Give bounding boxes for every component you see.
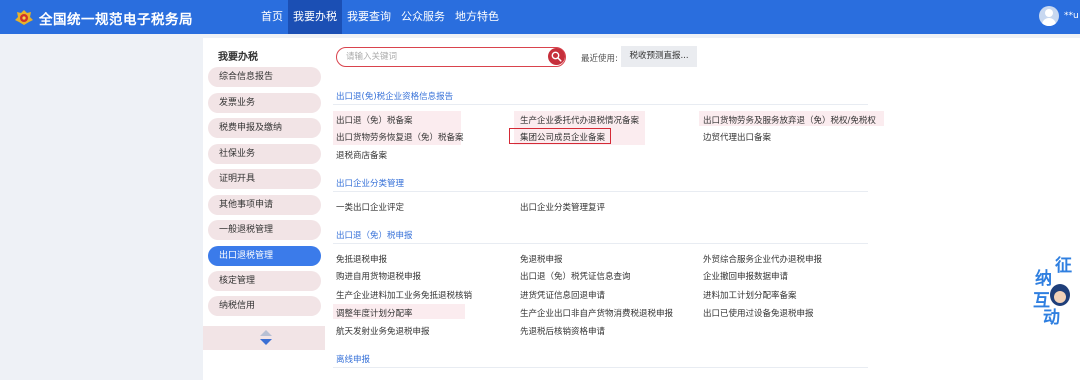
link-withdraw-declaration[interactable]: 企业撤回申报数据申请 xyxy=(703,270,788,282)
link-entrusted-refund-filing[interactable]: 生产企业委托代办退税情况备案 xyxy=(520,114,639,126)
link-waive-refund-right[interactable]: 出口货物劳务及服务放弃退（免）税权/免税权 xyxy=(703,114,876,126)
sidebar-title: 我要办税 xyxy=(218,52,258,63)
link-group-member-filing[interactable]: 集团公司成员企业备案 xyxy=(520,131,605,143)
link-class-one-evaluation[interactable]: 一类出口企业评定 xyxy=(336,201,404,213)
search-button[interactable] xyxy=(548,48,565,65)
link-non-self-produced-consumption[interactable]: 生产企业出口非自产货物消费税退税申报 xyxy=(520,307,673,319)
nav-query[interactable]: 我要查询 xyxy=(342,0,396,34)
sidebar-item-declaration[interactable]: 税费申报及缴纳 xyxy=(208,118,321,138)
sidebar: 我要办税 综合信息报告 发票业务 税费申报及缴纳 社保业务 证明开具 其他事项申… xyxy=(203,38,325,380)
nav-local-features[interactable]: 地方特色 xyxy=(450,0,504,34)
nav-tax-handling[interactable]: 我要办税 xyxy=(288,0,342,34)
widget-char: 征 xyxy=(1055,256,1072,276)
sidebar-item-export-refund[interactable]: 出口退税管理 xyxy=(208,246,321,266)
recent-used-label: 最近使用: xyxy=(581,54,618,64)
sidebar-item-invoice[interactable]: 发票业务 xyxy=(208,93,321,113)
section-divider xyxy=(333,191,868,192)
interaction-float-widget[interactable]: 征 纳 互 动 xyxy=(1033,251,1080,328)
section-divider xyxy=(333,243,868,244)
search-icon xyxy=(551,51,562,62)
link-adjust-annual-rate[interactable]: 调整年度计划分配率 xyxy=(336,307,413,319)
sidebar-item-tax-credit[interactable]: 纳税信用 xyxy=(208,296,321,316)
user-name[interactable]: **u xyxy=(1064,11,1079,21)
scroll-down-icon[interactable] xyxy=(260,339,272,345)
link-exempt-refund[interactable]: 免退税申报 xyxy=(520,253,563,265)
link-processing-trade-writeoff[interactable]: 生产企业进料加工业务免抵退税核销 xyxy=(336,289,472,301)
link-self-use-goods[interactable]: 购进自用货物退税申报 xyxy=(336,270,421,282)
link-foreign-trade-service[interactable]: 外贸综合服务企业代办退税申报 xyxy=(703,253,822,265)
link-purchase-voucher-rollback[interactable]: 进货凭证信息回退申请 xyxy=(520,289,605,301)
sidebar-item-assessment[interactable]: 核定管理 xyxy=(208,271,321,291)
link-space-launch[interactable]: 航天发射业务免退税申报 xyxy=(336,325,430,337)
link-export-refund-filing[interactable]: 出口退（免）税备案 xyxy=(336,114,413,126)
sidebar-item-certificate[interactable]: 证明开具 xyxy=(208,169,321,189)
link-voucher-query[interactable]: 出口退（免）税凭证信息查询 xyxy=(520,270,631,282)
sidebar-item-general-refund[interactable]: 一般退税管理 xyxy=(208,220,321,240)
main-nav: 首页 我要办税 我要查询 公众服务 地方特色 xyxy=(256,0,504,34)
section-title-classification: 出口企业分类管理 xyxy=(336,179,405,189)
recent-used-item[interactable]: 税收预测直报... xyxy=(621,46,697,67)
top-nav-bar: 全国统一规范电子税务局 首页 我要办税 我要查询 公众服务 地方特色 **u xyxy=(0,0,1080,34)
tax-emblem-icon xyxy=(15,10,33,25)
link-refund-before-writeoff[interactable]: 先退税后核销资格申请 xyxy=(520,325,605,337)
link-classification-review[interactable]: 出口企业分类管理复评 xyxy=(520,201,605,213)
link-allocation-rate-filing[interactable]: 进料加工计划分配率备案 xyxy=(703,289,797,301)
link-exempt-credit-refund[interactable]: 免抵退税申报 xyxy=(336,253,387,265)
section-divider xyxy=(333,367,868,368)
sidebar-item-social-security[interactable]: 社保业务 xyxy=(208,144,321,164)
sidebar-scroll-control xyxy=(203,326,325,350)
sidebar-item-info-report[interactable]: 综合信息报告 xyxy=(208,67,321,87)
link-refund-shop-filing[interactable]: 退税商店备案 xyxy=(336,149,387,161)
main-content: 最近使用: 税收预测直报... 出口退(免)税企业资格信息报告 出口退（免）税备… xyxy=(325,38,1080,380)
section-title-refund-declaration: 出口退（免）税申报 xyxy=(336,231,413,241)
user-avatar[interactable] xyxy=(1039,6,1059,26)
link-restore-refund-filing[interactable]: 出口货物劳务恢复退（免）税备案 xyxy=(336,131,464,143)
mascot-face-icon xyxy=(1054,291,1066,303)
scroll-up-icon[interactable] xyxy=(260,330,272,336)
nav-public-service[interactable]: 公众服务 xyxy=(396,0,450,34)
search-box xyxy=(336,47,566,67)
widget-char: 动 xyxy=(1043,308,1060,328)
site-title[interactable]: 全国统一规范电子税务局 xyxy=(39,8,193,28)
link-used-equipment[interactable]: 出口已使用过设备免退税申报 xyxy=(703,307,814,319)
link-border-trade-agent-filing[interactable]: 边贸代理出口备案 xyxy=(703,131,771,143)
section-title-offline-declaration: 离线申报 xyxy=(336,355,371,365)
section-divider xyxy=(333,104,868,105)
search-input[interactable] xyxy=(346,50,541,64)
nav-home[interactable]: 首页 xyxy=(256,0,288,34)
sidebar-item-other-requests[interactable]: 其他事项申请 xyxy=(208,195,321,215)
section-title-export-qualification: 出口退(免)税企业资格信息报告 xyxy=(336,92,454,102)
